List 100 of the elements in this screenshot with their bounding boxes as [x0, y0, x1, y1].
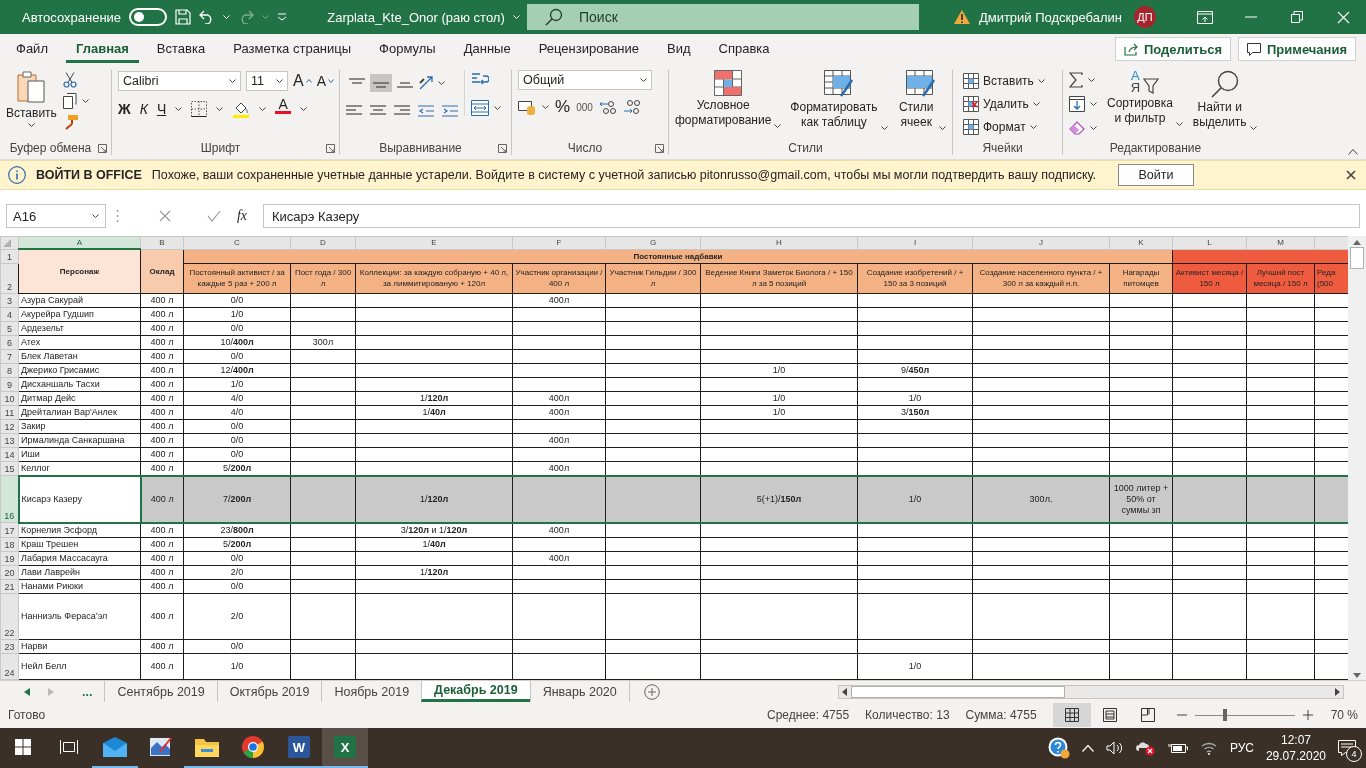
zoom-slider-thumb[interactable] [1222, 708, 1227, 721]
increase-decimal-icon[interactable] [598, 99, 617, 115]
column-letter[interactable]: H [700, 236, 858, 249]
sum-icon[interactable] [1069, 72, 1083, 88]
column-letter[interactable]: F [512, 236, 606, 249]
accounting-icon[interactable] [518, 99, 536, 115]
scrollbar-thumb[interactable] [851, 685, 1065, 698]
align-right-icon[interactable] [394, 104, 410, 118]
column-letter[interactable]: D [290, 236, 356, 249]
thousands-button[interactable]: 000 [576, 96, 593, 118]
column-letter[interactable]: B [140, 236, 184, 249]
dialog-launcher-icon[interactable] [98, 144, 107, 153]
column-letter[interactable]: I [857, 236, 973, 249]
decrease-decimal-icon[interactable] [622, 99, 641, 115]
borders-icon[interactable] [191, 101, 208, 117]
format-as-table-button[interactable]: Форматировать как таблицу [789, 70, 889, 130]
previous-sheet-icon[interactable] [24, 687, 30, 696]
font-color-button[interactable]: A [275, 98, 292, 120]
decrease-font-button[interactable]: A [316, 70, 334, 92]
font-size-field[interactable]: 11 [246, 71, 288, 91]
orientation-icon[interactable] [418, 75, 436, 91]
delete-cells-button[interactable]: Удалить [963, 93, 1040, 115]
copy-icon[interactable] [62, 93, 77, 109]
sort-filter-button[interactable]: A Я Сортировка и фильтр [1107, 70, 1183, 126]
middle-align-icon[interactable] [370, 74, 392, 92]
decrease-indent-icon[interactable] [418, 104, 434, 118]
column-letter[interactable]: C [183, 236, 291, 249]
scroll-down-icon[interactable] [1353, 673, 1361, 678]
cloud-error-icon[interactable] [1135, 740, 1156, 756]
bold-button[interactable]: Ж [118, 98, 131, 120]
font-name-field[interactable]: Calibri [118, 71, 241, 91]
fill-color-icon[interactable] [232, 100, 251, 118]
enter-icon[interactable] [207, 210, 221, 222]
word-app-icon[interactable]: W [288, 736, 310, 758]
insert-cells-button[interactable]: Вставить [963, 70, 1045, 92]
ribbon-display-icon[interactable] [1197, 10, 1213, 24]
clock-date[interactable]: 29.07.2020 [1265, 748, 1326, 764]
search-field[interactable]: Поиск [527, 4, 919, 30]
cancel-icon[interactable] [159, 210, 171, 222]
close-icon[interactable] [1346, 170, 1356, 180]
sign-in-button[interactable]: Войти [1118, 164, 1194, 186]
paste-button[interactable]: Вставить [6, 70, 57, 127]
save-icon[interactable] [175, 9, 192, 25]
windows-icon[interactable] [15, 739, 31, 755]
user-avatar[interactable]: ДП [1134, 6, 1156, 28]
column-letter[interactable]: M [1246, 236, 1315, 249]
column-letter[interactable]: J [972, 236, 1110, 249]
language-indicator[interactable]: РУС [1229, 741, 1254, 755]
comments-button[interactable]: Примечания [1238, 37, 1356, 61]
wifi-icon[interactable] [1199, 741, 1218, 755]
scroll-up-icon[interactable] [1353, 240, 1361, 245]
dialog-launcher-icon[interactable] [655, 144, 664, 153]
find-select-button[interactable]: Найти и выделить [1192, 70, 1257, 130]
ribbon-tab[interactable]: Вставка [146, 35, 216, 63]
more-sheets-button[interactable]: ... [70, 684, 105, 699]
restore-icon[interactable] [1291, 11, 1303, 23]
user-name[interactable]: Дмитрий Подскребалин [978, 9, 1122, 25]
eraser-icon[interactable] [1069, 121, 1085, 135]
ribbon-tab[interactable]: Данные [453, 35, 521, 63]
format-cells-button[interactable]: Формат [963, 116, 1037, 138]
ribbon-tab[interactable]: Рецензирование [528, 35, 650, 63]
number-format-field[interactable]: Общий [518, 70, 652, 90]
mail-icon[interactable] [103, 737, 127, 757]
share-button[interactable]: Поделиться [1114, 37, 1231, 61]
increase-indent-icon[interactable] [442, 104, 458, 118]
search-input[interactable]: Поиск [577, 8, 881, 26]
ribbon-tab[interactable]: Формулы [369, 35, 446, 63]
battery-icon[interactable] [1167, 742, 1188, 754]
dialog-launcher-icon[interactable] [326, 144, 335, 153]
italic-button[interactable]: К [139, 98, 148, 120]
chevron-up-icon[interactable] [1081, 744, 1094, 752]
ribbon-tab[interactable]: Файл [6, 35, 58, 63]
paint-app-icon[interactable] [150, 736, 172, 758]
conditional-formatting-button[interactable]: Условное форматирование [675, 70, 782, 128]
insert-function-button[interactable]: fx [231, 208, 253, 224]
folder-icon[interactable] [195, 737, 219, 757]
column-letter[interactable]: K [1109, 236, 1173, 249]
column-letter[interactable]: E [355, 236, 513, 249]
customize-icon[interactable] [277, 13, 288, 21]
notification-icon[interactable] [1338, 740, 1356, 756]
row-number[interactable]: 16 [0, 475, 19, 523]
zoom-level[interactable]: 70 % [1330, 708, 1358, 722]
zoom-in-icon[interactable] [1302, 710, 1313, 720]
row-number[interactable]: 2 [0, 263, 19, 293]
ribbon-tab[interactable]: Вид [657, 35, 701, 63]
formula-field[interactable]: Кисарэ Казеру [263, 204, 1360, 228]
name-box[interactable]: A16 [6, 204, 106, 228]
document-title[interactable]: Zarplata_Kte_Onor (раю стол) [327, 9, 505, 25]
volume-icon[interactable] [1105, 741, 1124, 755]
increase-font-button[interactable]: A [293, 70, 312, 92]
cell-styles-button[interactable]: Стили ячеек [896, 70, 946, 130]
merge-cells-icon[interactable] [471, 100, 489, 116]
column-letter[interactable]: G [605, 236, 701, 249]
row-number[interactable]: 22 [0, 593, 19, 639]
spreadsheet-app-icon[interactable]: X [334, 736, 356, 758]
task-view-icon[interactable] [60, 739, 78, 755]
dialog-launcher-icon[interactable] [498, 144, 507, 153]
help-icon[interactable] [1047, 737, 1070, 759]
clock-time[interactable]: 12:07 [1280, 732, 1311, 748]
add-sheet-icon[interactable] [643, 683, 660, 700]
